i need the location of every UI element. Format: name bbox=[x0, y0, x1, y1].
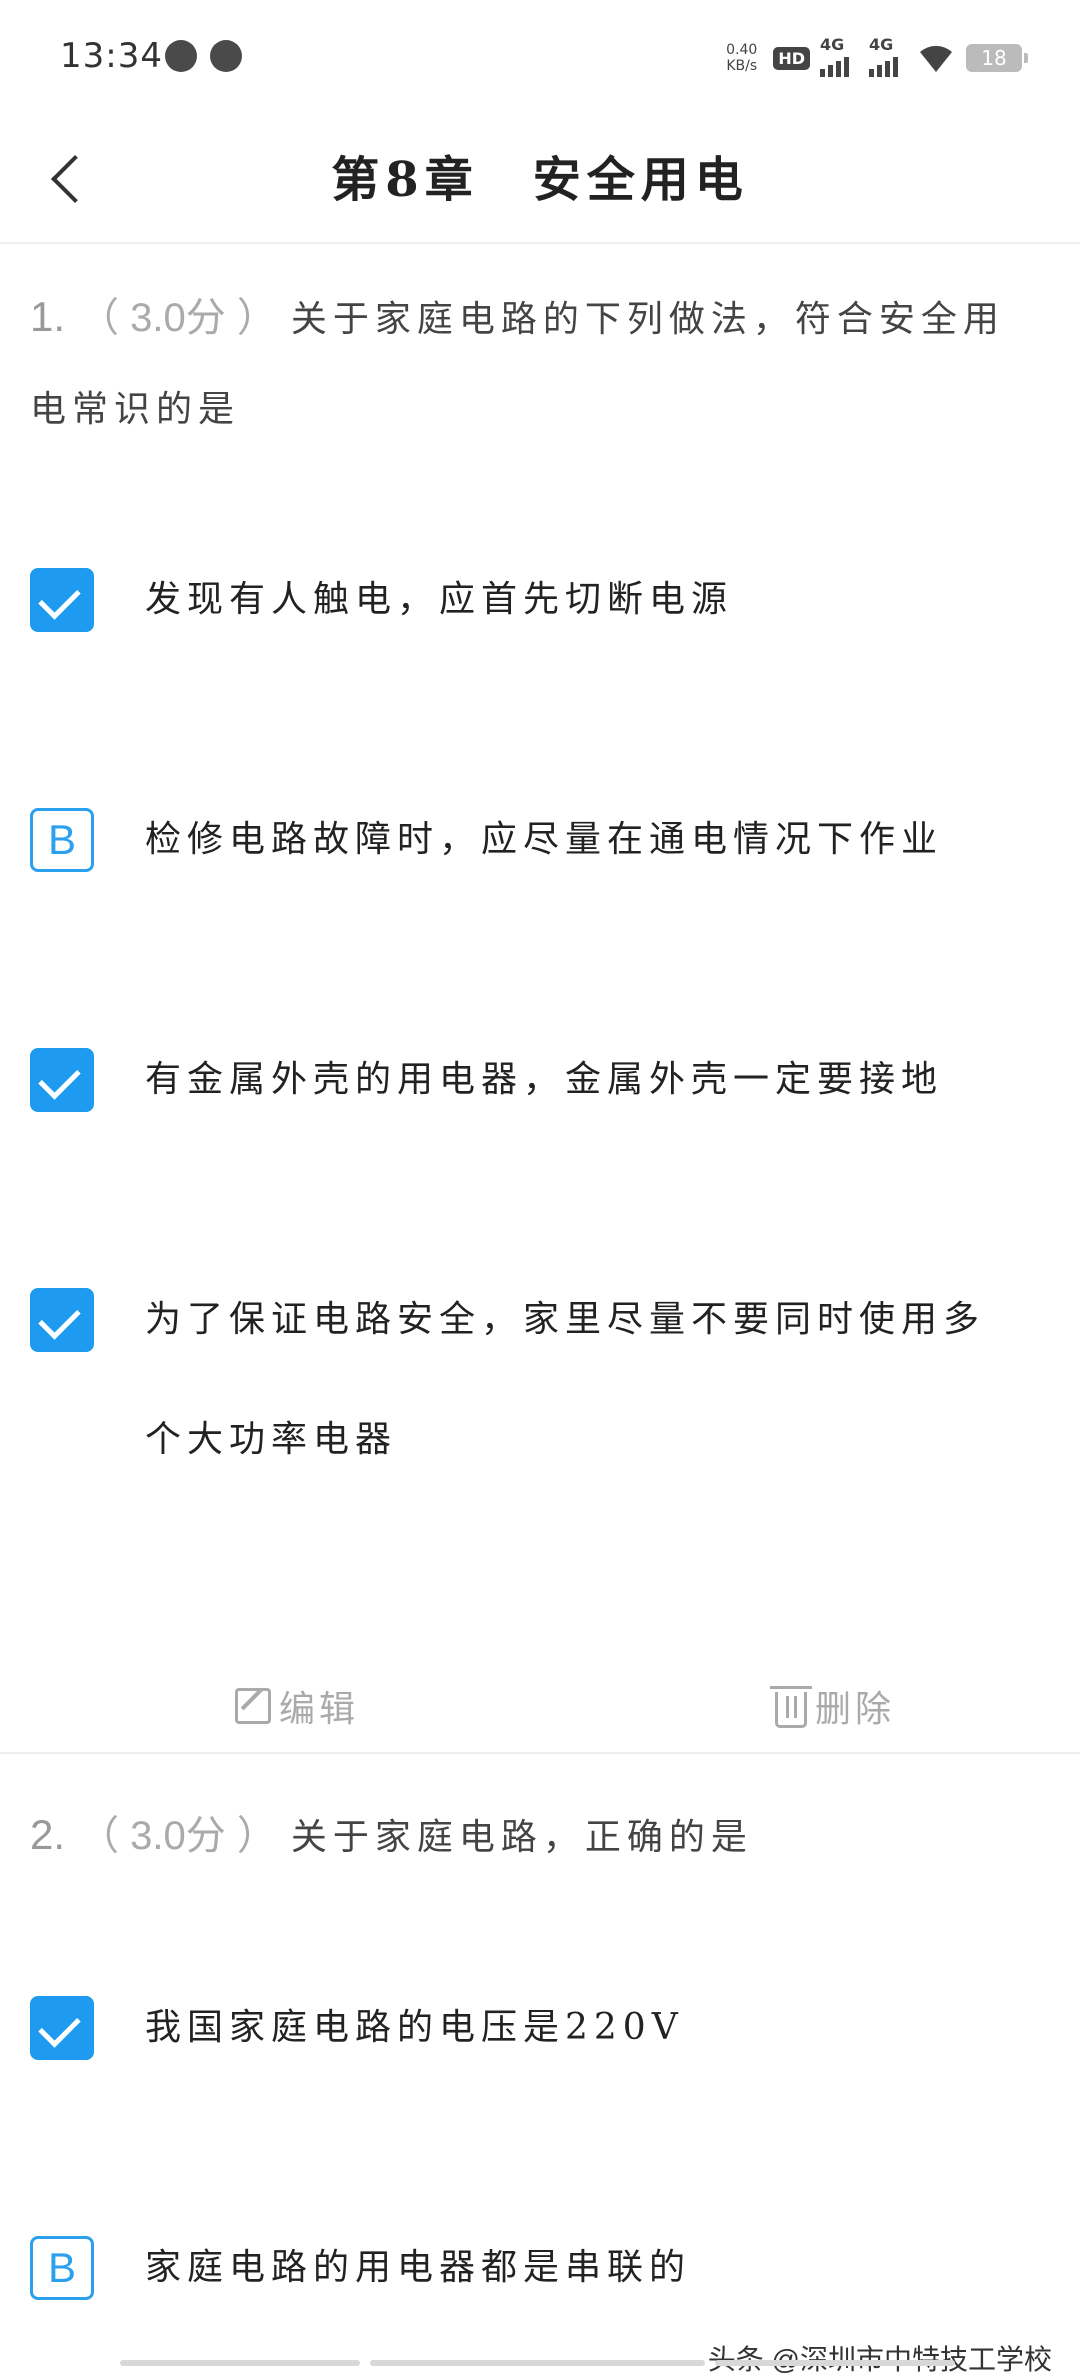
edit-button[interactable]: 编辑 bbox=[235, 1680, 359, 1732]
edit-label: 编辑 bbox=[279, 1680, 359, 1732]
checkbox-checked-icon[interactable] bbox=[30, 568, 94, 632]
option-text: 我国家庭电路的电压是220V bbox=[145, 1968, 1045, 2088]
nav-bar-segment bbox=[370, 2360, 705, 2366]
question-score: （ 3.0分 ） bbox=[79, 1814, 277, 1858]
checkbox-checked-icon[interactable] bbox=[30, 1996, 94, 2060]
question-1-stem: 1.（ 3.0分 ）关于家庭电路的下列做法，符合安全用电常识的是 bbox=[30, 272, 1040, 455]
carrier-icon bbox=[165, 40, 197, 72]
trash-icon bbox=[775, 1692, 807, 1728]
battery-icon: 18 bbox=[966, 44, 1022, 72]
option-text: 家庭电路的用电器都是串联的 bbox=[145, 2208, 1045, 2328]
option-letter-box[interactable]: B bbox=[30, 2236, 94, 2300]
question-number: 1. bbox=[30, 293, 65, 340]
top-app-bar: 第8章 安全用电 bbox=[0, 112, 1080, 244]
signal-icon-sim2: 4G bbox=[869, 39, 898, 77]
watermark: 头条 @深圳市中特技工学校 bbox=[708, 2338, 1052, 2378]
nav-bar-segment bbox=[715, 2360, 955, 2366]
checkbox-checked-icon[interactable] bbox=[30, 1048, 94, 1112]
question-score: （ 3.0分 ） bbox=[79, 296, 277, 340]
checkbox-checked-icon[interactable] bbox=[30, 1288, 94, 1352]
wifi-icon bbox=[916, 42, 956, 74]
option-text: 检修电路故障时，应尽量在通电情况下作业 bbox=[145, 780, 1045, 900]
option-text: 有金属外壳的用电器，金属外壳一定要接地 bbox=[145, 1020, 1045, 1140]
status-time: 13:34 bbox=[60, 36, 163, 76]
hd-icon: HD bbox=[773, 47, 810, 70]
delete-label: 删除 bbox=[815, 1680, 895, 1732]
page-title: 第8章 安全用电 bbox=[0, 140, 1080, 210]
question-2-stem: 2. （ 3.0分 ） 关于家庭电路，正确的是 bbox=[30, 1790, 1040, 1883]
network-speed: 0.40 KB/s bbox=[726, 42, 757, 74]
question-number: 2. bbox=[30, 1811, 65, 1858]
option-text: 为了保证电路安全，家里尽量不要同时使用多个大功率电器 bbox=[145, 1260, 1025, 1500]
signal-icon-sim1: 4G bbox=[820, 39, 849, 77]
status-bar: 13:34 0.40 KB/s HD 4G 4G 18 bbox=[0, 0, 1080, 112]
option-text: 发现有人触电，应首先切断电源 bbox=[145, 540, 1045, 660]
edit-icon bbox=[235, 1688, 271, 1724]
nav-bar-segment bbox=[120, 2360, 360, 2366]
question-actions: 编辑 删除 bbox=[0, 1660, 1080, 1754]
delete-button[interactable]: 删除 bbox=[775, 1680, 895, 1732]
app-notification-icon bbox=[210, 40, 242, 72]
question-text: 关于家庭电路，正确的是 bbox=[291, 1817, 753, 1858]
option-letter-box[interactable]: B bbox=[30, 808, 94, 872]
